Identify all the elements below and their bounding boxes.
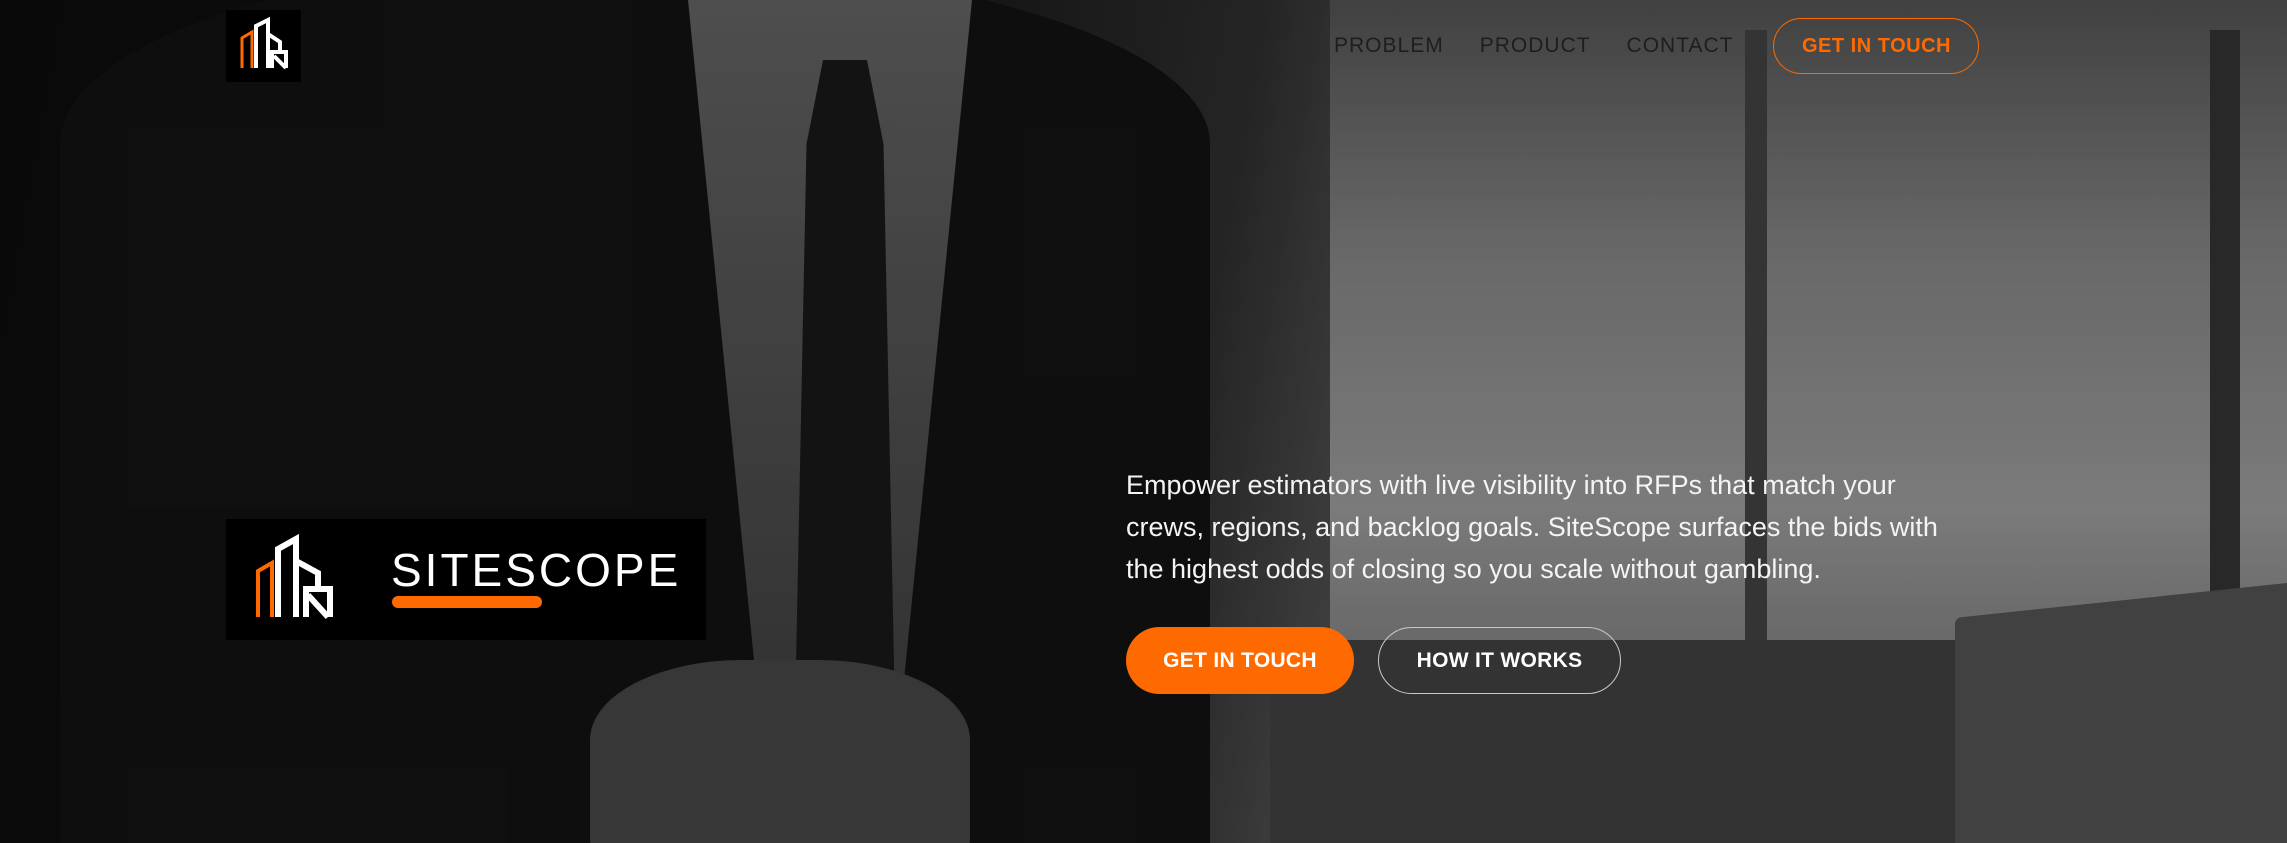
- how-it-works-button[interactable]: HOW IT WORKS: [1378, 627, 1621, 694]
- nav-link-contact[interactable]: CONTACT: [1627, 34, 1734, 58]
- hero-overlay: [0, 0, 2287, 843]
- hero-background-photo: [0, 0, 2287, 843]
- nav-link-problem[interactable]: PROBLEM: [1334, 34, 1444, 58]
- nav-link-product[interactable]: PRODUCT: [1480, 34, 1591, 58]
- building-logo-icon: [256, 533, 333, 620]
- brand-name: SITESCOPE: [391, 544, 682, 596]
- brand-accent-bar: [392, 596, 542, 608]
- brand-logo-block: SITESCOPE: [226, 519, 706, 640]
- nav-logo-link[interactable]: [226, 10, 301, 82]
- hero-cta-row: GET IN TOUCH HOW IT WORKS: [1126, 627, 1621, 694]
- hero-description: Empower estimators with live visibility …: [1126, 470, 1938, 584]
- get-in-touch-button[interactable]: GET IN TOUCH: [1126, 627, 1354, 694]
- building-logo-icon: [240, 16, 288, 70]
- nav-get-in-touch-button[interactable]: GET IN TOUCH: [1773, 18, 1980, 74]
- main-navigation: PROBLEM PRODUCT CONTACT GET IN TOUCH: [1334, 18, 1980, 74]
